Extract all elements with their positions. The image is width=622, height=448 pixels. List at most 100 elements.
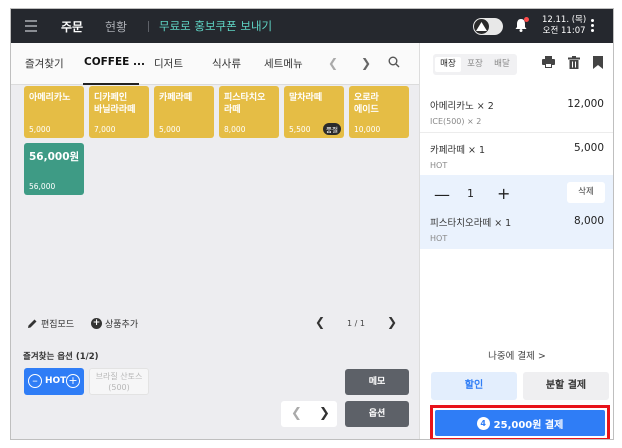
product-price: 7,000: [94, 125, 116, 134]
delete-button[interactable]: 삭제: [567, 182, 605, 203]
product-price: 5,000: [159, 125, 181, 134]
product-tile[interactable]: 56,000원 56,000: [24, 143, 84, 195]
datetime: 12.11. (목) 오전 11:07: [542, 15, 586, 37]
product-name: 56,000원: [29, 151, 80, 163]
product-tile[interactable]: 말차라떼 5,500 품절: [284, 86, 344, 138]
order-item-option: HOT: [430, 234, 448, 243]
option-pager: ❮ ❯: [281, 401, 337, 427]
mode-toggle[interactable]: [473, 18, 503, 35]
tab-coffee[interactable]: COFFEE ...: [84, 56, 145, 68]
product-price: 5,500: [289, 125, 311, 134]
notification-bell-icon[interactable]: [515, 17, 529, 35]
coupon-link[interactable]: 무료로 홍보쿠폰 보내기: [159, 18, 272, 34]
product-price: 10,000: [354, 125, 381, 134]
product-price: 8,000: [224, 125, 246, 134]
order-item-option: ICE(500) × 2: [430, 117, 482, 126]
top-bar: 주문 현황 무료로 홍보쿠폰 보내기 12.11. (목) 오전 11:07: [11, 9, 613, 43]
product-tile[interactable]: 오로라 에이드 10,000: [349, 86, 409, 138]
pencil-icon: [28, 319, 37, 328]
product-name: 카페라떼: [159, 93, 193, 103]
brazil-santos-option[interactable]: 브라질 산토스 (500): [89, 368, 149, 395]
product-tile[interactable]: 디카페인 바닐라라떼 7,000: [89, 86, 149, 138]
selected-item-block: — 1 + 삭제 피스타치오라떼 × 1 8,000 HOT: [420, 175, 613, 249]
product-tile[interactable]: 아메리카노 5,000: [24, 86, 84, 138]
item-count-badge: 4: [476, 416, 490, 430]
product-name: 말차라떼: [289, 93, 323, 103]
chevron-left-icon[interactable]: ❮: [328, 56, 338, 70]
more-menu-icon[interactable]: [591, 19, 595, 34]
qty-minus-icon[interactable]: —: [434, 185, 450, 204]
product-tile[interactable]: 피스타치오 라떼 8,000: [219, 86, 279, 138]
plus-circle-icon: +: [91, 318, 102, 329]
discount-button[interactable]: 할인: [431, 372, 517, 400]
divider: [420, 132, 613, 133]
category-tabs: 즐겨찾기 COFFEE ... 디저트 식사류 세트메뉴 ❮ ❯: [11, 43, 419, 85]
minus-icon[interactable]: –: [28, 374, 42, 388]
bookmark-icon[interactable]: [593, 56, 603, 72]
memo-button[interactable]: 메모: [345, 369, 409, 395]
hot-option-stepper[interactable]: – HOT +: [24, 368, 84, 395]
plus-icon[interactable]: +: [66, 374, 80, 388]
product-grid: 아메리카노 5,000 디카페인 바닐라라떼 7,000 카페라떼 5,000 …: [11, 85, 419, 305]
search-icon[interactable]: [388, 56, 400, 71]
notification-dot: [524, 17, 529, 22]
pos-window: 주문 현황 무료로 홍보쿠폰 보내기 12.11. (목) 오전 11:07 즐…: [10, 8, 614, 440]
trash-icon[interactable]: [568, 56, 580, 72]
option-name: 브라질 산토스: [95, 372, 143, 381]
page-next-icon[interactable]: ❯: [387, 315, 397, 329]
product-price: 56,000: [29, 182, 56, 191]
printer-icon[interactable]: [542, 56, 555, 71]
order-item-option: HOT: [430, 161, 448, 170]
order-item[interactable]: 아메리카노 × 2 12,000 ICE(500) × 2: [430, 98, 604, 126]
tab-set-menu[interactable]: 세트메뉴: [264, 56, 303, 71]
chevron-left-icon[interactable]: ❮: [291, 406, 302, 421]
triangle-icon: [476, 22, 487, 31]
option-price: (500): [108, 383, 130, 392]
divider: [148, 21, 149, 32]
product-name: 오로라 에이드: [354, 93, 379, 115]
qty-value: 1: [467, 187, 474, 200]
pay-later-link[interactable]: 나중에 결제 >: [420, 348, 613, 362]
seg-dine-in[interactable]: 매장: [435, 57, 461, 72]
order-item-price: 8,000: [573, 215, 604, 227]
sold-out-badge: 품절: [323, 123, 341, 135]
tab-meal[interactable]: 식사류: [212, 56, 241, 71]
tab-status[interactable]: 현황: [105, 18, 127, 35]
qty-plus-icon[interactable]: +: [497, 184, 510, 203]
order-item[interactable]: 카페라떼 × 1 5,000 HOT: [430, 142, 604, 170]
split-pay-button[interactable]: 분할 결제: [523, 372, 609, 400]
product-name: 디카페인 바닐라라떼: [94, 93, 136, 115]
seg-takeout[interactable]: 포장: [462, 57, 488, 72]
date-text: 12.11. (목): [542, 15, 587, 25]
order-type-segment: 매장 포장 배달: [433, 54, 517, 75]
order-item-price: 12,000: [567, 98, 604, 110]
tab-order[interactable]: 주문: [61, 18, 83, 35]
edit-mode-button[interactable]: 편집모드: [27, 317, 74, 330]
edit-mode-label: 편집모드: [41, 320, 75, 330]
pay-label: 25,000원 결제: [493, 419, 564, 431]
product-name: 피스타치오 라떼: [224, 93, 266, 115]
toggle-knob: [474, 19, 489, 34]
add-product-button[interactable]: + 상품추가: [91, 317, 138, 330]
add-product-label: 상품추가: [105, 320, 139, 330]
pay-button[interactable]: 4 25,000원 결제: [435, 410, 605, 436]
hot-option-label: HOT: [45, 376, 67, 386]
chevron-right-icon[interactable]: ❯: [361, 56, 371, 70]
product-price: 5,000: [29, 125, 51, 134]
product-name: 아메리카노: [29, 93, 71, 103]
seg-delivery[interactable]: 배달: [489, 57, 515, 72]
page-indicator: 1 / 1: [347, 319, 365, 328]
option-button[interactable]: 옵션: [345, 401, 409, 427]
order-item-price: 5,000: [573, 142, 604, 154]
favorite-options-label: 즐겨찾는 옵션 (1/2): [23, 352, 99, 362]
order-item[interactable]: 피스타치오라떼 × 1 8,000 HOT: [430, 215, 604, 243]
time-text: 오전 11:07: [542, 26, 586, 36]
tab-favorites[interactable]: 즐겨찾기: [25, 56, 64, 71]
tab-dessert[interactable]: 디저트: [154, 56, 183, 71]
hamburger-menu-icon[interactable]: [25, 20, 37, 32]
chevron-right-icon[interactable]: ❯: [319, 406, 330, 421]
page-prev-icon[interactable]: ❮: [315, 315, 325, 329]
product-tile[interactable]: 카페라떼 5,000: [154, 86, 214, 138]
order-panel: 매장 포장 배달 아메리카노 × 2 12,000 ICE(500) × 2 카…: [419, 43, 613, 439]
pay-highlight: 4 25,000원 결제: [430, 405, 610, 439]
